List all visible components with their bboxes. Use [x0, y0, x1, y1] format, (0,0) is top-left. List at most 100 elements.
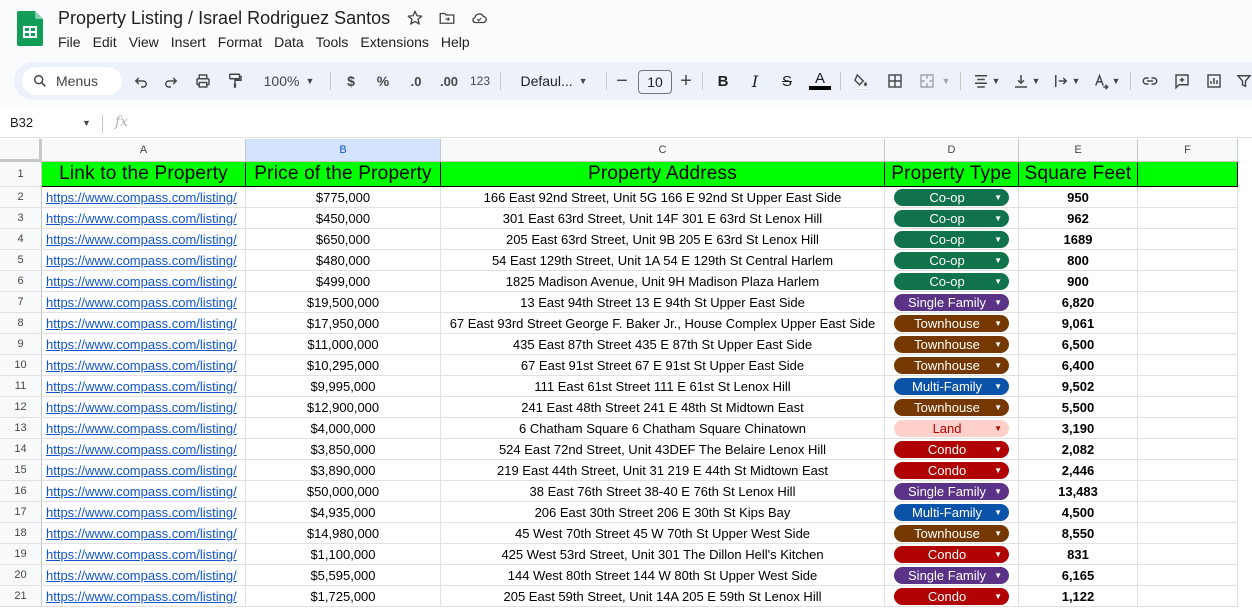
property-type-chip[interactable]: Co-op ▼ — [894, 251, 1009, 269]
property-type-chip[interactable]: Multi-Family ▼ — [894, 503, 1009, 521]
insert-link-button[interactable] — [1138, 62, 1162, 100]
property-type-chip[interactable]: Condo ▼ — [894, 545, 1009, 563]
percent-format-button[interactable]: % — [372, 62, 394, 100]
column-header-a[interactable]: A — [42, 139, 246, 162]
menu-help[interactable]: Help — [435, 33, 476, 51]
merge-cells-button[interactable]: ▼ — [914, 62, 954, 100]
menu-format[interactable]: Format — [212, 33, 268, 51]
property-type-cell[interactable]: Single Family ▼ — [885, 565, 1019, 586]
price-cell[interactable]: $4,000,000 — [246, 418, 441, 439]
strikethrough-button[interactable]: S — [776, 62, 798, 100]
property-type-chip[interactable]: Single Family ▼ — [894, 293, 1009, 311]
text-rotation-button[interactable]: ▼ — [1088, 62, 1124, 100]
property-type-cell[interactable]: Co-op ▼ — [885, 229, 1019, 250]
star-icon[interactable] — [406, 9, 424, 27]
property-type-cell[interactable]: Townhouse ▼ — [885, 397, 1019, 418]
address-cell[interactable]: 54 East 129th Street, Unit 1A 54 E 129th… — [441, 250, 885, 271]
row-header[interactable]: 7 — [0, 292, 42, 313]
square-feet-cell[interactable]: 6,165 — [1019, 565, 1138, 586]
empty-cell[interactable] — [1138, 439, 1238, 460]
property-type-chip[interactable]: Co-op ▼ — [894, 230, 1009, 248]
price-cell[interactable]: $775,000 — [246, 187, 441, 208]
dropdown-arrow-icon[interactable]: ▼ — [994, 277, 1002, 286]
row-header[interactable]: 2 — [0, 187, 42, 208]
property-type-chip[interactable]: Co-op ▼ — [894, 188, 1009, 206]
horizontal-align-button[interactable]: ▼ — [968, 62, 1004, 100]
header-cell-d[interactable]: Property Type — [885, 162, 1019, 187]
insert-comment-button[interactable] — [1170, 62, 1194, 100]
square-feet-cell[interactable]: 6,400 — [1019, 355, 1138, 376]
square-feet-cell[interactable]: 831 — [1019, 544, 1138, 565]
square-feet-cell[interactable]: 2,446 — [1019, 460, 1138, 481]
empty-cell[interactable] — [1138, 271, 1238, 292]
row-header[interactable]: 8 — [0, 313, 42, 334]
move-folder-icon[interactable] — [438, 9, 456, 27]
property-type-chip[interactable]: Single Family ▼ — [894, 482, 1009, 500]
row-header[interactable]: 19 — [0, 544, 42, 565]
empty-cell[interactable] — [1138, 355, 1238, 376]
empty-cell[interactable] — [1138, 397, 1238, 418]
row-header[interactable]: 15 — [0, 460, 42, 481]
property-type-chip[interactable]: Single Family ▼ — [894, 566, 1009, 584]
square-feet-cell[interactable]: 13,483 — [1019, 481, 1138, 502]
property-type-chip[interactable]: Condo ▼ — [894, 587, 1009, 605]
link-cell[interactable]: https://www.compass.com/listing/ — [42, 355, 246, 376]
empty-cell[interactable] — [1138, 187, 1238, 208]
address-cell[interactable]: 13 East 94th Street 13 E 94th St Upper E… — [441, 292, 885, 313]
menu-extensions[interactable]: Extensions — [354, 33, 434, 51]
dropdown-arrow-icon[interactable]: ▼ — [994, 403, 1002, 412]
fill-color-button[interactable] — [848, 62, 874, 100]
property-type-cell[interactable]: Single Family ▼ — [885, 292, 1019, 313]
link-cell[interactable]: https://www.compass.com/listing/ — [42, 586, 246, 607]
property-type-cell[interactable]: Condo ▼ — [885, 544, 1019, 565]
column-header-d[interactable]: D — [885, 139, 1019, 162]
filter-button[interactable] — [1232, 62, 1252, 100]
price-cell[interactable]: $1,100,000 — [246, 544, 441, 565]
increase-decimal-button[interactable]: .00 — [434, 62, 464, 100]
link-cell[interactable]: https://www.compass.com/listing/ — [42, 544, 246, 565]
square-feet-cell[interactable]: 3,190 — [1019, 418, 1138, 439]
empty-cell[interactable] — [1138, 250, 1238, 271]
link-cell[interactable]: https://www.compass.com/listing/ — [42, 187, 246, 208]
link-cell[interactable]: https://www.compass.com/listing/ — [42, 376, 246, 397]
dropdown-arrow-icon[interactable]: ▼ — [994, 424, 1002, 433]
dropdown-arrow-icon[interactable]: ▼ — [994, 550, 1002, 559]
link-cell[interactable]: https://www.compass.com/listing/ — [42, 397, 246, 418]
dropdown-arrow-icon[interactable]: ▼ — [994, 529, 1002, 538]
header-cell-e[interactable]: Square Feet — [1019, 162, 1138, 187]
property-type-chip[interactable]: Townhouse ▼ — [894, 314, 1009, 332]
row-header[interactable]: 20 — [0, 565, 42, 586]
property-type-chip[interactable]: Townhouse ▼ — [894, 335, 1009, 353]
empty-cell[interactable] — [1138, 376, 1238, 397]
price-cell[interactable]: $3,890,000 — [246, 460, 441, 481]
price-cell[interactable]: $3,850,000 — [246, 439, 441, 460]
address-cell[interactable]: 206 East 30th Street 206 E 30th St Kips … — [441, 502, 885, 523]
menu-data[interactable]: Data — [268, 33, 310, 51]
link-cell[interactable]: https://www.compass.com/listing/ — [42, 523, 246, 544]
paint-format-button[interactable] — [222, 62, 248, 100]
empty-cell[interactable] — [1138, 502, 1238, 523]
address-cell[interactable]: 67 East 93rd Street George F. Baker Jr.,… — [441, 313, 885, 334]
sheets-logo-icon[interactable] — [17, 11, 43, 46]
square-feet-cell[interactable]: 4,500 — [1019, 502, 1138, 523]
price-cell[interactable]: $499,000 — [246, 271, 441, 292]
row-header[interactable]: 14 — [0, 439, 42, 460]
square-feet-cell[interactable]: 800 — [1019, 250, 1138, 271]
italic-button[interactable]: I — [744, 62, 766, 100]
empty-cell[interactable] — [1138, 481, 1238, 502]
address-cell[interactable]: 67 East 91st Street 67 E 91st St Upper E… — [441, 355, 885, 376]
address-cell[interactable]: 38 East 76th Street 38-40 E 76th St Leno… — [441, 481, 885, 502]
square-feet-cell[interactable]: 2,082 — [1019, 439, 1138, 460]
dropdown-arrow-icon[interactable]: ▼ — [994, 592, 1002, 601]
undo-button[interactable] — [128, 62, 154, 100]
row-header[interactable]: 5 — [0, 250, 42, 271]
link-cell[interactable]: https://www.compass.com/listing/ — [42, 229, 246, 250]
property-type-chip[interactable]: Co-op ▼ — [894, 209, 1009, 227]
square-feet-cell[interactable]: 8,550 — [1019, 523, 1138, 544]
bold-button[interactable]: B — [712, 62, 734, 100]
link-cell[interactable]: https://www.compass.com/listing/ — [42, 313, 246, 334]
property-type-cell[interactable]: Co-op ▼ — [885, 250, 1019, 271]
row-header[interactable]: 13 — [0, 418, 42, 439]
column-header-f[interactable]: F — [1138, 139, 1238, 162]
property-type-chip[interactable]: Land ▼ — [894, 419, 1009, 437]
